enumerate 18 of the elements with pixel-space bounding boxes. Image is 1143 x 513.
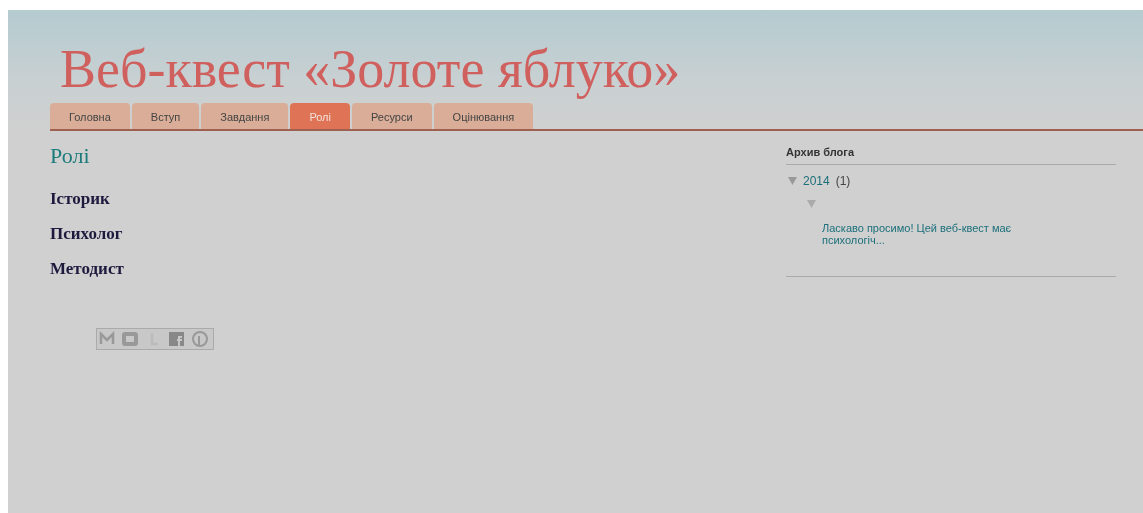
nav-tab[interactable]: Ресурси [352,103,432,130]
post-title: Ролі [50,143,91,170]
share-icons-drawing[interactable] [96,328,214,351]
nav-tab[interactable]: Вступ [131,103,200,130]
nav-tab[interactable]: Ролі [290,103,350,130]
role-heading: Психолог [50,224,124,245]
expand-triangle-icon[interactable] [788,177,797,186]
role-heading: Методист [50,259,125,280]
blog-title: Веб-квест «Золоте яблуко» [60,40,682,100]
nav-tab[interactable]: Оцінювання [433,103,534,130]
post-count: (1) [835,174,851,189]
expand-triangle-icon[interactable] [807,200,816,209]
nav-tab[interactable]: Головна [50,103,130,130]
archive-year-link[interactable]: 2014 [803,174,830,189]
archive-post-link[interactable]: Ласкаво просимо! Цей веб-квест має психологіч... [822,222,1042,247]
nav-tab[interactable]: Завдання [201,103,289,130]
role-heading: Історик [50,189,111,210]
widget-title: Архив блога [786,146,1116,166]
